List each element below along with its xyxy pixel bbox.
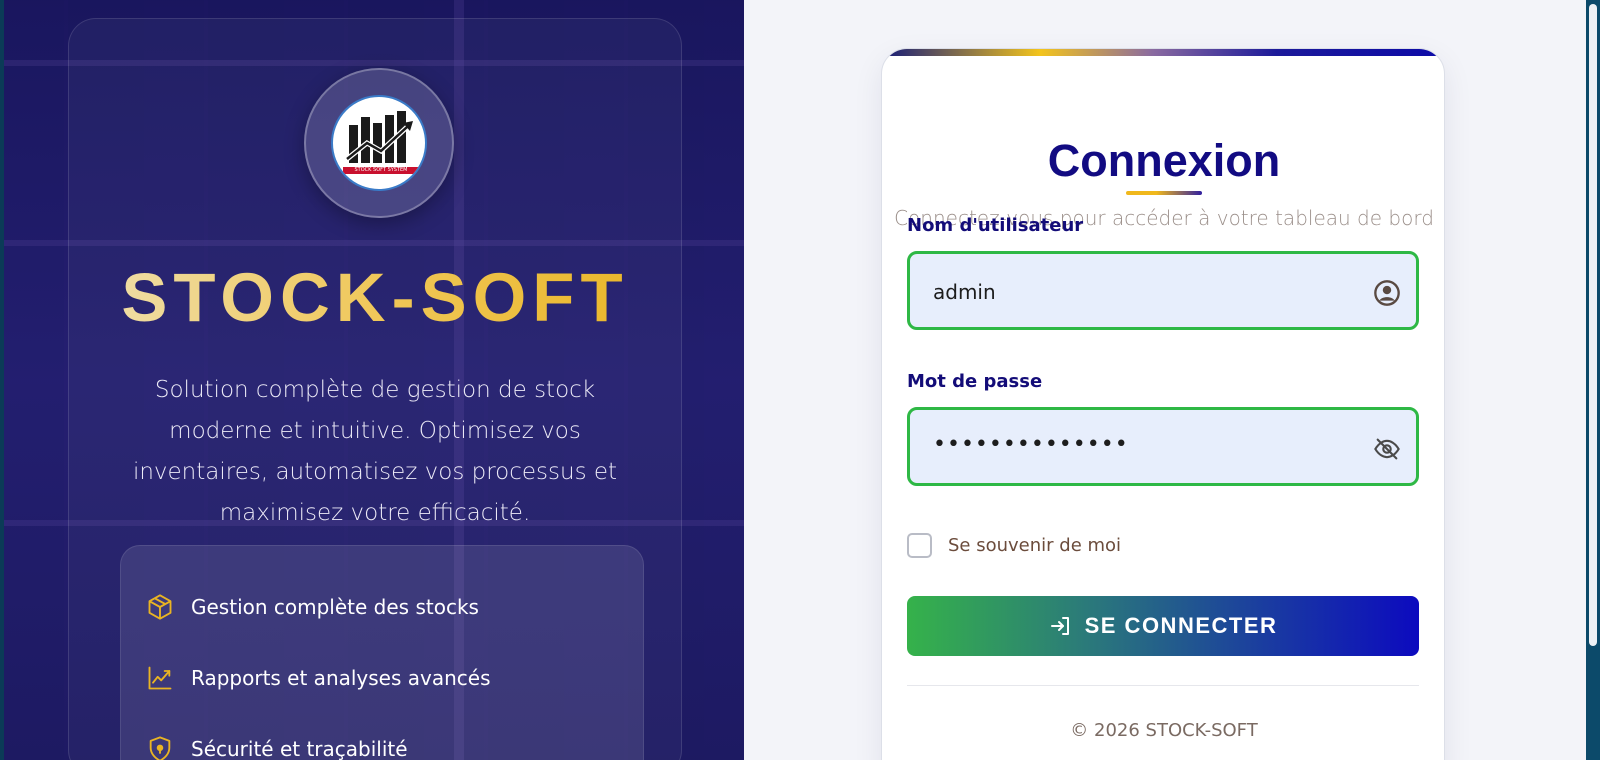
shield-icon [145, 734, 175, 760]
chart-line-icon [145, 663, 175, 693]
scrollbar-thumb[interactable] [1589, 4, 1597, 646]
password-label: Mot de passe [907, 371, 1043, 392]
sign-in-icon [1049, 614, 1073, 638]
remember-me[interactable]: Se souvenir de moi [907, 533, 1121, 558]
login-button-label: SE CONNECTER [1084, 613, 1278, 638]
card-accent-bar [882, 49, 1444, 56]
feature-item: Rapports et analyses avancés [145, 660, 491, 696]
feature-label: Gestion complète des stocks [191, 595, 479, 619]
feature-label: Sécurité et traçabilité [191, 737, 408, 760]
copyright: © 2026 STOCK-SOFT [1070, 720, 1258, 741]
remember-checkbox[interactable] [907, 533, 932, 558]
brand-title: STOCK-SOFT [70, 258, 680, 337]
username-label: Nom d'utilisateur [907, 215, 1084, 236]
user-circle-icon [1372, 278, 1402, 308]
username-value: admin [933, 280, 996, 304]
remember-label: Se souvenir de moi [948, 535, 1122, 556]
login-button[interactable]: SE CONNECTER [907, 596, 1419, 656]
login-card: Connexion Connectez-vous pour accéder à … [881, 48, 1445, 760]
logo-caption: STOCK SOFT SYSTEM [343, 167, 419, 174]
logo: STOCK SOFT SYSTEM [304, 68, 454, 218]
feature-item: Sécurité et traçabilité [145, 731, 408, 760]
password-value: •••••••••••••• [933, 432, 1129, 457]
logo-badge: STOCK SOFT SYSTEM [331, 95, 427, 191]
features-list: Gestion complète des stocks Rapports et … [120, 545, 644, 760]
card-divider [907, 685, 1419, 686]
bar-chart-logo-icon [345, 111, 413, 163]
title-underline [1126, 191, 1202, 195]
eye-slash-icon[interactable] [1372, 434, 1402, 464]
feature-label: Rapports et analyses avancés [191, 666, 491, 690]
password-field[interactable]: •••••••••••••• [907, 407, 1419, 486]
brand-tagline: Solution complète de gestion de stock mo… [132, 377, 618, 526]
login-title: Connexion [1047, 135, 1281, 186]
page-scrollbar[interactable] [1586, 0, 1600, 760]
username-field[interactable]: admin [907, 251, 1419, 330]
box-icon [145, 592, 175, 622]
feature-item: Gestion complète des stocks [145, 589, 479, 625]
